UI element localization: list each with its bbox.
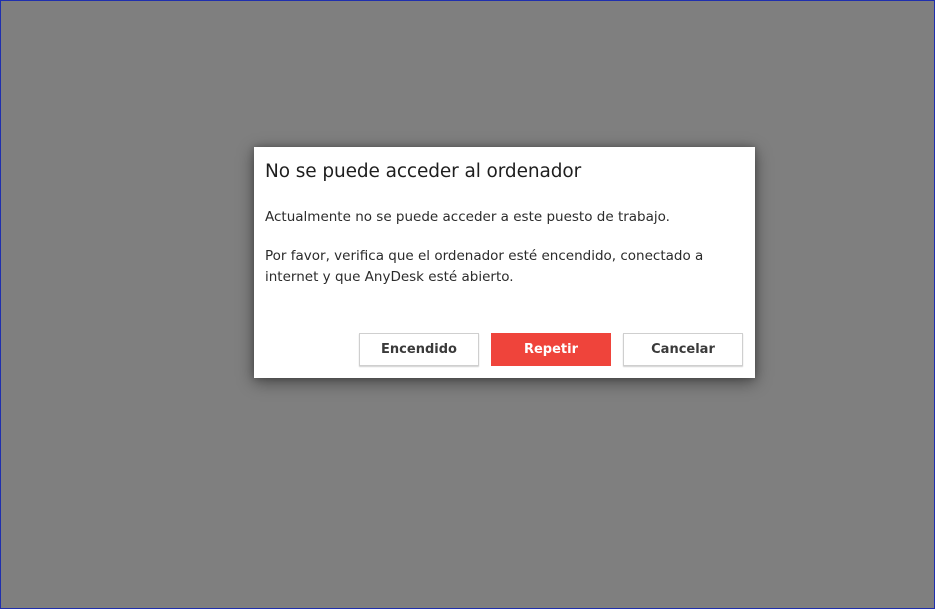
desktop-overlay: No se puede acceder al ordenador Actualm… [0,0,935,609]
connection-error-dialog: No se puede acceder al ordenador Actualm… [254,147,755,378]
cancel-button[interactable]: Cancelar [623,333,743,366]
dialog-detail: Por favor, verifica que el ordenador est… [265,248,704,285]
retry-button[interactable]: Repetir [491,333,611,366]
dialog-message: Actualmente no se puede acceder a este p… [265,209,670,225]
dialog-title: No se puede acceder al ordenador [265,161,582,182]
powered-on-button[interactable]: Encendido [359,333,479,366]
